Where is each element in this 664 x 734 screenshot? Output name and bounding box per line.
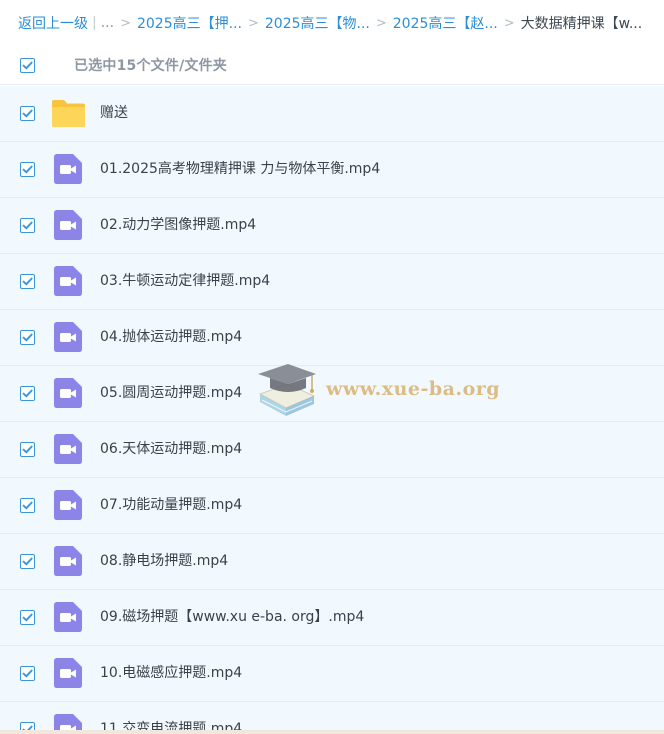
checkmark-icon xyxy=(22,557,33,566)
checkmark-icon xyxy=(22,669,33,678)
chevron-right-icon: > xyxy=(120,15,131,31)
video-file-icon xyxy=(54,602,82,632)
file-name: 01.2025高考物理精押课 力与物体平衡.mp4 xyxy=(100,161,381,177)
row-checkbox[interactable] xyxy=(20,386,35,401)
breadcrumb-item[interactable]: 2025高三【物... xyxy=(265,13,370,33)
video-file-icon xyxy=(54,490,82,520)
list-item[interactable]: 03.牛顿运动定律押题.mp4 xyxy=(0,254,664,310)
list-item[interactable]: 04.抛体运动押题.mp4 xyxy=(0,310,664,366)
video-file-icon xyxy=(54,546,82,576)
list-item[interactable]: 赠送 xyxy=(0,86,664,142)
checkmark-icon xyxy=(22,165,33,174)
video-file-icon xyxy=(54,266,82,296)
list-item[interactable]: 02.动力学图像押题.mp4 xyxy=(0,198,664,254)
chevron-right-icon: > xyxy=(375,15,387,31)
row-checkbox[interactable] xyxy=(20,498,35,513)
row-checkbox[interactable] xyxy=(20,274,35,289)
chevron-right-icon: > xyxy=(503,15,515,31)
file-name: 08.静电场押题.mp4 xyxy=(100,553,229,569)
select-all-checkbox[interactable] xyxy=(20,58,35,73)
row-checkbox[interactable] xyxy=(20,162,35,177)
breadcrumb: 返回上一级 | ... > 2025高三【押... > 2025高三【物... … xyxy=(0,0,664,46)
checkmark-icon xyxy=(22,501,33,510)
checkmark-icon xyxy=(22,389,33,398)
breadcrumb-pipe: | xyxy=(92,15,97,31)
file-name: 04.抛体运动押题.mp4 xyxy=(100,329,243,345)
chevron-right-icon: > xyxy=(247,15,259,31)
breadcrumb-ellipsis[interactable]: ... xyxy=(101,15,114,31)
video-file-icon xyxy=(54,154,82,184)
folder-icon xyxy=(52,100,85,127)
video-file-icon xyxy=(54,378,82,408)
video-file-icon xyxy=(54,658,82,688)
list-item[interactable]: 07.功能动量押题.mp4 xyxy=(0,478,664,534)
file-name: 07.功能动量押题.mp4 xyxy=(100,497,243,513)
breadcrumb-item[interactable]: 2025高三【押... xyxy=(137,13,242,33)
breadcrumb-item[interactable]: 2025高三【赵... xyxy=(393,13,498,33)
checkmark-icon xyxy=(22,333,33,342)
file-name: 09.磁场押题【www.xu e-ba. org】.mp4 xyxy=(100,609,365,625)
checkmark-icon xyxy=(22,109,33,118)
selection-count: 已选中15个文件/文件夹 xyxy=(74,58,227,74)
video-file-icon xyxy=(54,434,82,464)
checkmark-icon xyxy=(22,221,33,230)
row-checkbox[interactable] xyxy=(20,330,35,345)
file-name: 10.电磁感应押题.mp4 xyxy=(100,665,243,681)
list-item[interactable]: 08.静电场押题.mp4 xyxy=(0,534,664,590)
row-checkbox[interactable] xyxy=(20,218,35,233)
row-checkbox[interactable] xyxy=(20,554,35,569)
file-list: 赠送 01.2025高考物理精押课 力与物体平衡.mp4 02.动力学图像押题.… xyxy=(0,86,664,734)
row-checkbox[interactable] xyxy=(20,106,35,121)
checkmark-icon xyxy=(22,61,33,70)
row-checkbox[interactable] xyxy=(20,610,35,625)
video-file-icon xyxy=(54,210,82,240)
file-browser-page: 返回上一级 | ... > 2025高三【押... > 2025高三【物... … xyxy=(0,0,664,734)
file-name: 02.动力学图像押题.mp4 xyxy=(100,217,257,233)
back-link[interactable]: 返回上一级 xyxy=(18,13,88,33)
breadcrumb-current: 大数据精押课【w... xyxy=(520,16,643,32)
file-name: 03.牛顿运动定律押题.mp4 xyxy=(100,273,271,289)
row-checkbox[interactable] xyxy=(20,442,35,457)
checkmark-icon xyxy=(22,277,33,286)
video-file-icon xyxy=(54,322,82,352)
checkmark-icon xyxy=(22,613,33,622)
list-item[interactable]: 10.电磁感应押题.mp4 xyxy=(0,646,664,702)
list-item[interactable]: 09.磁场押题【www.xu e-ba. org】.mp4 xyxy=(0,590,664,646)
list-item[interactable]: 01.2025高考物理精押课 力与物体平衡.mp4 xyxy=(0,142,664,198)
file-name: 赠送 xyxy=(100,105,128,121)
list-item[interactable]: 05.圆周运动押题.mp4 xyxy=(0,366,664,422)
selection-header: 已选中15个文件/文件夹 xyxy=(0,46,664,85)
file-name: 05.圆周运动押题.mp4 xyxy=(100,385,243,401)
file-name: 06.天体运动押题.mp4 xyxy=(100,441,243,457)
row-checkbox[interactable] xyxy=(20,666,35,681)
list-item[interactable]: 06.天体运动押题.mp4 xyxy=(0,422,664,478)
checkmark-icon xyxy=(22,445,33,454)
bottom-border xyxy=(0,730,664,734)
